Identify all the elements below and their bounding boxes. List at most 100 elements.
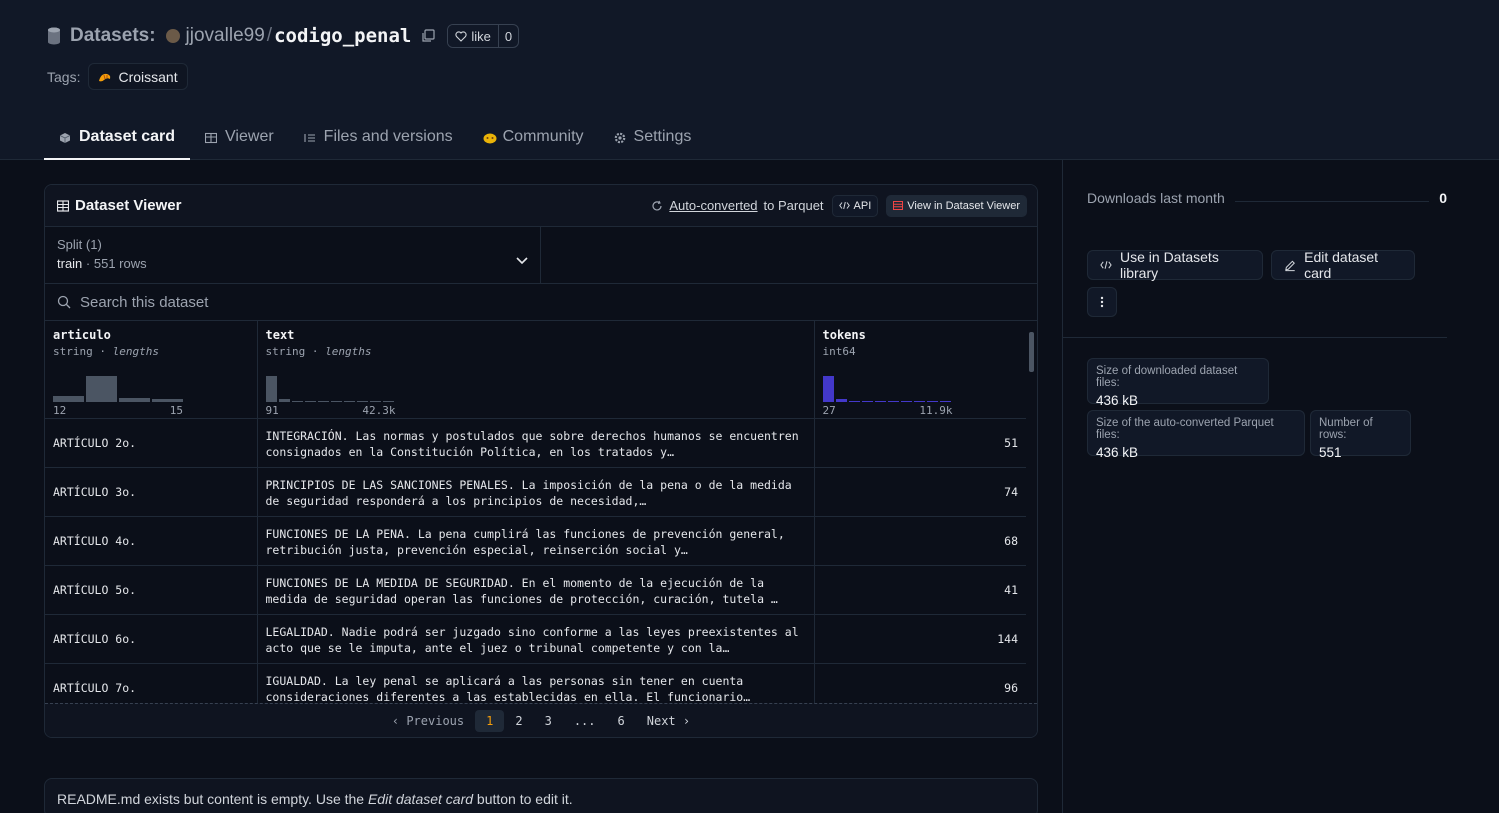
next-page-button[interactable]: Next › [636,710,701,732]
table-row[interactable]: ARTÍCULO 3o. PRINCIPIOS DE LAS SANCIONES… [45,467,1026,517]
column-histogram [265,374,806,402]
stat-label: Size of the auto-converted Parquet files… [1096,417,1274,441]
downloads-stat: Downloads last month 0 [1087,188,1447,208]
refresh-icon [652,200,662,210]
repo-name-link[interactable]: codigo_penal [274,25,411,47]
cell-tokens[interactable]: 41 [814,565,1026,615]
cell-tokens[interactable]: 144 [814,614,1026,664]
column-header-articulo[interactable]: articulo string · lengths 12 15 [45,321,258,419]
copy-icon[interactable] [421,29,435,43]
data-table: articulo string · lengths 12 15 text stri… [45,321,1026,713]
column-name: tokens [822,328,866,342]
api-button[interactable]: API [831,194,879,217]
table-icon [204,131,218,144]
page-button-3[interactable]: 3 [534,710,563,732]
cell-tokens[interactable]: 68 [814,516,1026,566]
tab-label: Dataset card [79,128,176,145]
stat-value: 551 [1319,445,1342,460]
split-dot: · [85,256,94,271]
histogram-range: 27 11.9k [822,404,953,417]
cell-articulo[interactable]: ARTÍCULO 3o. [45,467,258,517]
datasets-prefix[interactable]: Datasets: [70,25,156,47]
page-button-1[interactable]: 1 [475,709,505,732]
edit-dataset-card-button[interactable]: Edit dataset card [1271,249,1415,281]
more-vertical-icon [1100,296,1104,308]
code-icon [838,201,850,210]
cell-text[interactable]: INTEGRACIÓN. Las normas y postulados que… [257,418,815,468]
pencil-icon [1285,260,1295,271]
cell-articulo[interactable]: ARTÍCULO 5o. [45,565,258,615]
page-button-2[interactable]: 2 [504,710,533,732]
search-row [45,284,1037,321]
viewer-actions: Auto-converted to Parquet API View in Da… [651,194,1027,217]
search-input[interactable] [80,293,480,311]
table-header-row: articulo string · lengths 12 15 text stri… [45,321,1026,419]
like-button[interactable]: like 0 [447,24,520,48]
tab-community[interactable]: Community [468,114,599,160]
heart-icon [455,30,467,42]
tab-dataset-card[interactable]: Dataset card [44,114,191,160]
viewer-title: Dataset Viewer [57,197,181,214]
cell-text[interactable]: FUNCIONES DE LA MEDIDA DE SEGURIDAD. En … [257,565,815,615]
use-in-datasets-library-button[interactable]: Use in Datasets library [1087,249,1263,281]
avatar[interactable] [165,29,180,43]
auto-converted-link[interactable]: Auto-converted [669,198,757,213]
cell-text[interactable]: PRINCIPIOS DE LAS SANCIONES PENALES. La … [257,467,815,517]
cell-articulo[interactable]: ARTÍCULO 6o. [45,614,258,664]
cell-text[interactable]: LEGALIDAD. Nadie podrá ser juzgado sino … [257,614,815,664]
tab-label: Files and versions [323,128,453,145]
cell-tokens[interactable]: 51 [814,418,1026,468]
tab-settings[interactable]: Settings [599,114,707,160]
split-selector[interactable]: Split (1) train · 551 rows [45,227,541,283]
stat-parquet-size: Size of the auto-converted Parquet files… [1087,410,1305,460]
cell-articulo[interactable]: ARTÍCULO 4o. [45,516,258,566]
tag-croissant[interactable]: Croissant [88,63,188,90]
stat-label: Size of downloaded dataset files: [1096,365,1238,389]
cube-icon [59,131,71,143]
table-row[interactable]: ARTÍCULO 5o. FUNCIONES DE LA MEDIDA DE S… [45,565,1026,615]
view-in-viewer-button[interactable]: View in Dataset Viewer [886,194,1027,217]
column-header-text[interactable]: text string · lengths 91 42.3k [257,321,815,419]
split-value: train · 551 rows [57,256,528,271]
tab-files[interactable]: Files and versions [289,114,468,160]
more-options-button[interactable] [1087,287,1117,317]
stat-download-size: Size of downloaded dataset files: 436 kB [1087,358,1269,408]
edit-card-label: Edit dataset card [1304,249,1379,281]
page-button-6[interactable]: 6 [607,710,636,732]
readme-text: README.md exists but content is empty. U… [57,791,368,807]
tags-row: Tags: Croissant [47,63,188,90]
stat-number-of-rows: Number of rows: 551 [1310,410,1411,460]
column-histogram [53,374,249,402]
tags-label: Tags: [47,68,81,85]
table-row[interactable]: ARTÍCULO 6o. LEGALIDAD. Nadie podrá ser … [45,614,1026,664]
downloads-value: 0 [1439,190,1447,206]
api-label: API [853,199,872,212]
column-type: int64 [822,345,856,358]
tab-viewer[interactable]: Viewer [190,114,289,160]
repo-title: Datasets: jjovalle99 / codigo_penal like… [47,22,520,50]
table-icon [57,199,69,212]
column-name: articulo [53,328,111,342]
title-separator: / [266,25,273,46]
table-scrollbar[interactable] [1029,332,1034,372]
split-rows: 551 rows [93,256,147,271]
page-ellipsis: ... [573,713,596,728]
table-row[interactable]: ARTÍCULO 4o. FUNCIONES DE LA PENA. La pe… [45,516,1026,566]
cell-articulo[interactable]: ARTÍCULO 2o. [45,418,258,468]
readme-notice: README.md exists but content is empty. U… [44,778,1038,813]
readme-text-end: button to edit it. [473,791,573,807]
owner-link[interactable]: jjovalle99 [186,25,265,47]
histogram-range: 12 15 [53,404,183,417]
stat-value: 436 kB [1096,393,1139,408]
cell-text[interactable]: FUNCIONES DE LA PENA. La pena cumplirá l… [257,516,815,566]
table-row[interactable]: ARTÍCULO 2o. INTEGRACIÓN. Las normas y p… [45,418,1026,468]
downloads-label: Downloads last month [1087,190,1225,206]
tag-label: Croissant [118,68,178,85]
files-icon [304,131,316,143]
chevron-down-icon [516,257,528,265]
to-parquet-text: to Parquet [763,198,824,213]
auto-converted-note: Auto-converted to Parquet [651,198,824,213]
column-header-tokens[interactable]: tokens int64 27 11.9k [814,321,1026,419]
cell-tokens[interactable]: 74 [814,467,1026,517]
previous-page-button[interactable]: ‹ Previous [381,710,475,732]
